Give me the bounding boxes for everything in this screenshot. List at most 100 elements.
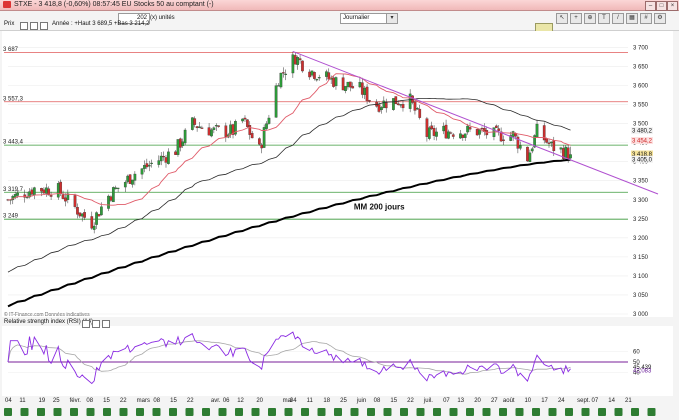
x-tick-label: 06 bbox=[223, 398, 230, 404]
timeline-marker-icon bbox=[581, 408, 590, 416]
candle bbox=[140, 168, 144, 175]
candle bbox=[396, 103, 400, 106]
y-tick-label: 3 150 bbox=[633, 255, 649, 261]
chart-canvas: 3 000 3 050 3 100 3 150 3 200 3 250 3 300 3 350… bbox=[3, 45, 659, 416]
y-tick-label: 3 250 bbox=[633, 217, 649, 223]
timeline-marker-icon bbox=[37, 408, 45, 416]
timeline-marker-icon bbox=[334, 408, 342, 416]
candle bbox=[550, 141, 553, 144]
timeline-marker-icon bbox=[532, 408, 540, 416]
y-tick-label: 3 050 bbox=[633, 293, 649, 299]
x-tick-label: 21 bbox=[625, 398, 632, 404]
candle bbox=[459, 133, 462, 139]
candle bbox=[535, 123, 539, 138]
moving-average-200-line bbox=[7, 158, 571, 308]
candle bbox=[315, 79, 319, 81]
timeline-marker-icon bbox=[4, 408, 12, 416]
candle bbox=[183, 129, 187, 144]
candle bbox=[159, 155, 163, 162]
candle bbox=[408, 93, 412, 109]
candle bbox=[258, 138, 261, 145]
candle bbox=[325, 71, 328, 77]
candle bbox=[195, 126, 199, 129]
candle bbox=[427, 127, 431, 139]
candle bbox=[351, 86, 355, 89]
candle bbox=[511, 131, 515, 137]
candle bbox=[114, 187, 118, 190]
candle bbox=[109, 196, 113, 201]
candle bbox=[76, 206, 79, 215]
x-tick-label: 17 bbox=[541, 398, 548, 404]
timeline-marker-icon bbox=[20, 408, 29, 416]
value-tag-label: 3 454,2 bbox=[632, 139, 653, 145]
timeline-marker-icon bbox=[70, 408, 78, 416]
timeline-marker-icon bbox=[119, 408, 128, 416]
candle bbox=[111, 187, 115, 203]
x-tick-label: 10 bbox=[524, 398, 531, 404]
x-tick-label: 20 bbox=[474, 398, 481, 404]
timeline-marker-icon bbox=[317, 408, 326, 416]
candle bbox=[365, 86, 369, 102]
candle bbox=[564, 146, 568, 159]
x-tick-label: févr. bbox=[70, 398, 82, 404]
candle bbox=[78, 212, 82, 217]
candle bbox=[116, 187, 120, 189]
candle bbox=[313, 72, 316, 79]
ma200-annotation: MM 200 jours bbox=[354, 202, 405, 211]
candle bbox=[241, 118, 244, 122]
candle bbox=[327, 72, 331, 80]
x-tick-label: 15 bbox=[103, 398, 110, 404]
candle bbox=[73, 195, 77, 207]
x-tick-label: 04 bbox=[290, 398, 297, 404]
candle bbox=[502, 139, 505, 141]
candle bbox=[49, 195, 53, 197]
candle bbox=[401, 104, 405, 109]
x-tick-label: 13 bbox=[457, 398, 464, 404]
candle bbox=[478, 129, 481, 135]
candle bbox=[418, 108, 422, 118]
candle bbox=[164, 157, 168, 163]
x-tick-label: 25 bbox=[53, 398, 60, 404]
candle bbox=[64, 197, 67, 202]
x-tick-label: 07 bbox=[591, 398, 598, 404]
x-tick-label: 22 bbox=[187, 398, 194, 404]
candle bbox=[181, 141, 185, 147]
x-tick-label: 22 bbox=[407, 398, 414, 404]
candle bbox=[243, 117, 247, 120]
candle bbox=[368, 100, 371, 102]
candle bbox=[399, 104, 402, 106]
candle bbox=[298, 58, 302, 61]
candle bbox=[430, 125, 434, 130]
candle bbox=[198, 126, 201, 128]
candle bbox=[217, 125, 221, 127]
candle bbox=[547, 142, 551, 144]
candle bbox=[334, 77, 338, 87]
x-tick-label: 12 bbox=[237, 398, 244, 404]
candle bbox=[167, 151, 170, 164]
timeline-marker-icon bbox=[565, 408, 573, 416]
timeline-marker-icon bbox=[185, 408, 194, 416]
timeline-marker-icon bbox=[86, 408, 95, 416]
candle bbox=[95, 212, 98, 225]
candle bbox=[200, 127, 204, 129]
candle bbox=[392, 98, 395, 110]
rsi-tick-label: 60 bbox=[633, 349, 640, 355]
candle bbox=[528, 152, 532, 163]
candle bbox=[360, 82, 364, 95]
candle bbox=[296, 57, 300, 65]
timeline-marker-icon bbox=[350, 408, 359, 416]
candle bbox=[447, 131, 450, 139]
candle bbox=[281, 72, 285, 74]
y-tick-label: 3 650 bbox=[633, 64, 649, 70]
candle bbox=[25, 197, 29, 199]
candle bbox=[526, 146, 529, 162]
y-tick-label: 3 550 bbox=[633, 103, 649, 109]
candle bbox=[265, 123, 268, 129]
timeline-marker-icon bbox=[400, 408, 408, 416]
level-label: 3 687 bbox=[3, 47, 19, 53]
candle bbox=[176, 139, 180, 155]
candle bbox=[246, 119, 249, 127]
moving-average-medium-line bbox=[7, 97, 571, 273]
candle bbox=[193, 118, 197, 125]
candle bbox=[317, 77, 321, 79]
